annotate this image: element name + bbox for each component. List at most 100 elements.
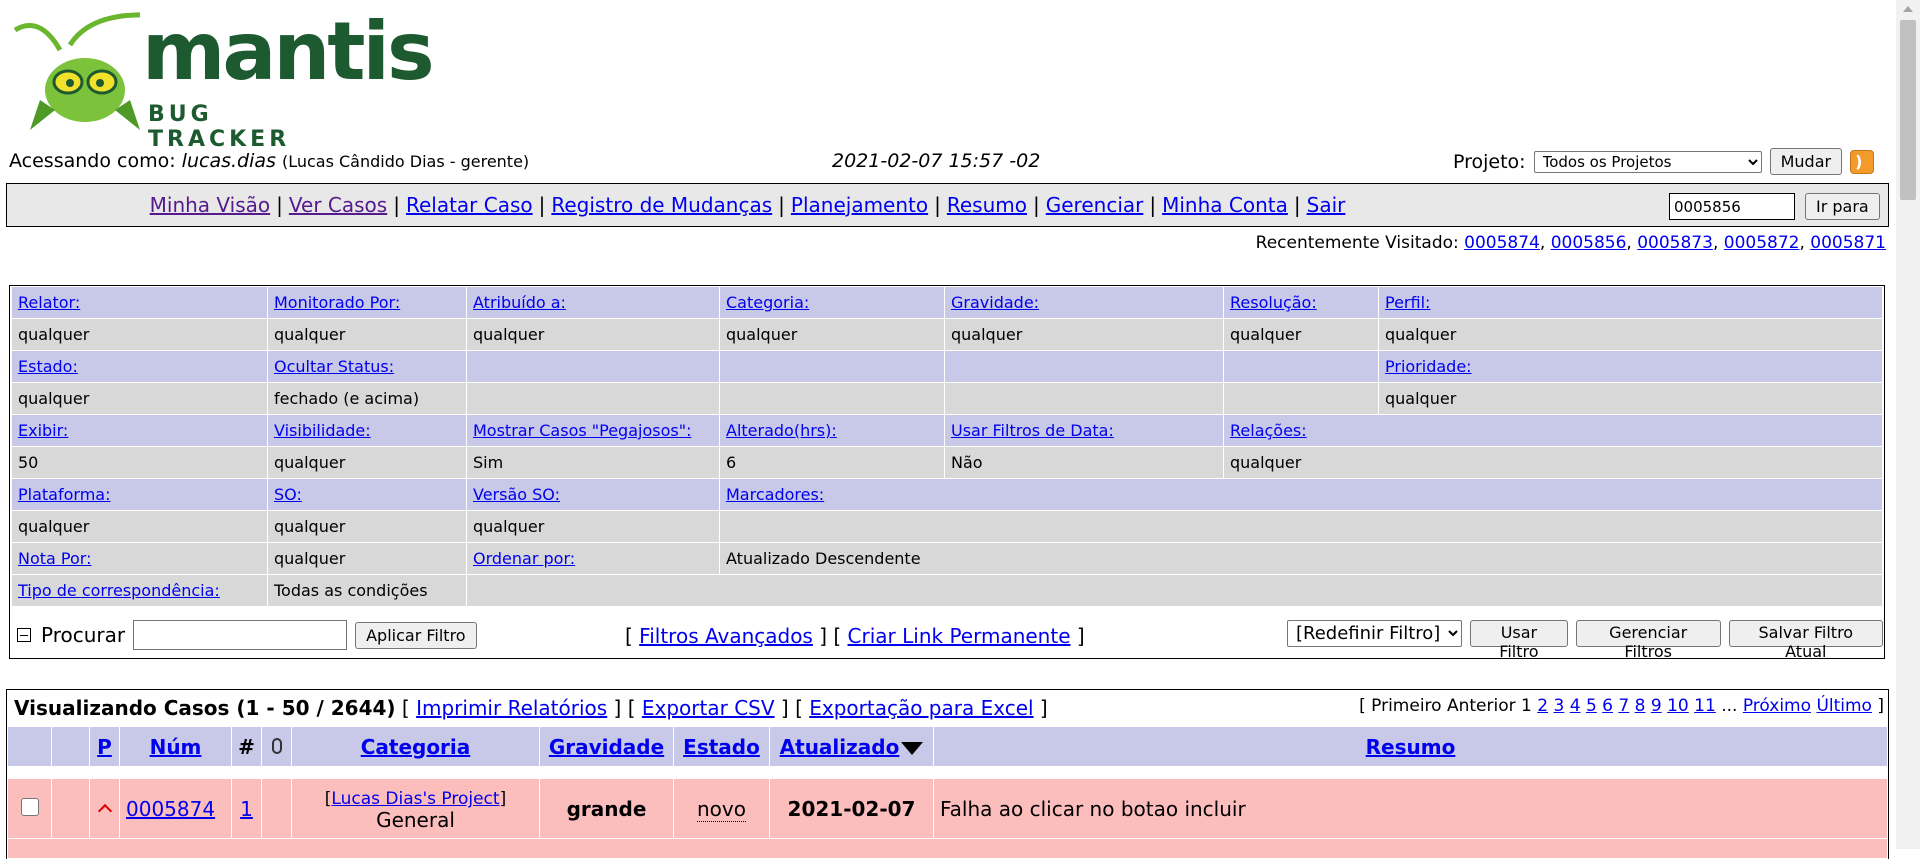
notes-count-link[interactable]: 1 [240,797,253,821]
row-checkbox[interactable] [20,797,39,816]
login-info-bar: Acessando como: lucas.dias (Lucas Cândid… [9,148,1889,175]
filter-plataforma-link[interactable]: Plataforma: [18,485,110,504]
filter-resolucao-link[interactable]: Resolução: [1230,293,1317,312]
menu-minha-conta[interactable]: Minha Conta [1162,193,1288,217]
filter-versao-so-link[interactable]: Versão SO: [473,485,560,504]
search-input[interactable] [133,620,348,650]
filter-ordenar-link[interactable]: Ordenar por: [473,549,575,568]
use-filter-button[interactable]: Usar Filtro [1470,620,1568,661]
scrollbar-thumb[interactable] [1900,20,1916,200]
recent-case-link[interactable]: 0005871 [1810,233,1886,253]
change-project-button[interactable]: Mudar [1769,148,1843,175]
notes-column-header: # [231,726,262,767]
case-category: General [376,807,455,832]
pager-prefix: [ Primeiro Anterior 1 [1359,696,1532,716]
project-link[interactable]: Lucas Dias's Project [331,789,499,809]
filter-gravidade-link[interactable]: Gravidade: [951,293,1039,312]
page-link[interactable]: 11 [1694,696,1716,716]
menu-planejamento[interactable]: Planejamento [791,193,928,217]
menu-relatar-caso[interactable]: Relatar Caso [406,193,533,217]
recent-case-link[interactable]: 0005873 [1637,233,1713,253]
go-to-case-button[interactable]: Ir para [1805,193,1880,220]
page-link[interactable]: 5 [1586,696,1597,716]
menu-gerenciar[interactable]: Gerenciar [1046,193,1144,217]
page-link[interactable]: 4 [1570,696,1581,716]
sort-gravidade[interactable]: Gravidade [549,735,664,759]
filter-value: qualquer [11,382,268,415]
filter-so-link[interactable]: SO: [274,485,302,504]
save-filter-button[interactable]: Salvar Filtro Atual [1728,620,1883,661]
collapse-icon[interactable] [17,628,31,642]
page-link[interactable]: 7 [1618,696,1629,716]
recent-case-link[interactable]: 0005856 [1551,233,1627,253]
case-number-input[interactable] [1669,193,1795,220]
filter-links: [ Filtros Avançados ] [ Criar Link Perma… [625,624,1085,648]
page-link[interactable]: 10 [1667,696,1689,716]
advanced-filters-link[interactable]: Filtros Avançados [639,624,813,648]
scroll-up-icon[interactable] [1903,6,1913,12]
search-label: Procurar [41,623,126,647]
sort-resumo[interactable]: Resumo [1366,735,1456,759]
filter-ocultar-link[interactable]: Ocultar Status: [274,357,394,376]
page-link[interactable]: 6 [1602,696,1613,716]
page-link[interactable]: 2 [1537,696,1548,716]
menu-resumo[interactable]: Resumo [947,193,1027,217]
filter-atribuido-link[interactable]: Atribuído a: [473,293,566,312]
case-updated: 2021-02-07 [769,778,934,839]
filter-value: qualquer [1378,382,1883,415]
export-excel-link[interactable]: Exportação para Excel [809,696,1033,720]
filter-correspondencia-link[interactable]: Tipo de correspondência: [18,581,220,600]
menu-ver-casos[interactable]: Ver Casos [289,193,387,217]
apply-filter-button[interactable]: Aplicar Filtro [355,621,477,649]
permalink-link[interactable]: Criar Link Permanente [848,624,1071,648]
sort-priority[interactable]: P [97,735,112,759]
filter-value: Sim [466,446,720,479]
case-number-link[interactable]: 0005874 [126,797,215,821]
filter-marcadores-link[interactable]: Marcadores: [726,485,824,504]
reset-filter-select[interactable]: [Redefinir Filtro] [1287,620,1462,647]
print-reports-link[interactable]: Imprimir Relatórios [416,696,607,720]
sort-num[interactable]: Núm [150,735,202,759]
manage-filters-button[interactable]: Gerenciar Filtros [1575,620,1721,661]
sort-estado[interactable]: Estado [683,735,760,759]
sort-categoria[interactable]: Categoria [361,735,471,759]
menu-minha-visao[interactable]: Minha Visão [150,193,271,217]
page-link[interactable]: 9 [1651,696,1662,716]
filter-monitorado-link[interactable]: Monitorado Por: [274,293,400,312]
menu-registro-mudancas[interactable]: Registro de Mudanças [551,193,772,217]
filter-estado-link[interactable]: Estado: [18,357,78,376]
recent-case-link[interactable]: 0005874 [1464,233,1540,253]
filter-relator-link[interactable]: Relator: [18,293,80,312]
last-page-link[interactable]: Último [1816,696,1872,716]
mantis-logo[interactable]: mantis BUG TRACKER [10,10,435,152]
filter-datas-link[interactable]: Usar Filtros de Data: [951,421,1114,440]
search-bar: Procurar Aplicar Filtro [ Filtros Avança… [11,614,1883,661]
project-select[interactable]: Todos os Projetos [1533,150,1762,173]
project-selector: Projeto: Todos os Projetos Mudar ) [1453,148,1875,175]
rss-icon[interactable]: ) [1850,149,1875,174]
filter-pegajosos-link[interactable]: Mostrar Casos "Pegajosos": [473,421,691,440]
filter-relacoes-link[interactable]: Relações: [1230,421,1307,440]
filter-categoria-link[interactable]: Categoria: [726,293,809,312]
filter-exibir-link[interactable]: Exibir: [18,421,68,440]
page-link[interactable]: 8 [1635,696,1646,716]
filter-value: qualquer [267,446,467,479]
search-group: Procurar Aplicar Filtro [17,620,477,650]
pager-ellipsis: ... [1721,696,1738,716]
menu-sair[interactable]: Sair [1307,193,1346,217]
page-link[interactable]: 3 [1553,696,1564,716]
cases-table: P Núm # Categoria Gravidade Estado Atual… [7,726,1888,859]
filter-visibilidade-link[interactable]: Visibilidade: [274,421,371,440]
logo-subtitle: BUG TRACKER [148,102,291,152]
sort-atualizado[interactable]: Atualizado [780,735,900,759]
table-header: P Núm # Categoria Gravidade Estado Atual… [7,726,1888,767]
next-page-link[interactable]: Próximo [1743,696,1811,716]
filter-nota-por-link[interactable]: Nota Por: [18,549,91,568]
export-csv-link[interactable]: Exportar CSV [642,696,775,720]
filter-perfil-link[interactable]: Perfil: [1385,293,1430,312]
vertical-scrollbar[interactable] [1896,0,1920,849]
filter-alterado-link[interactable]: Alterado(hrs): [726,421,837,440]
filter-prioridade-link[interactable]: Prioridade: [1385,357,1472,376]
recent-case-link[interactable]: 0005872 [1724,233,1800,253]
results-header: Visualizando Casos (1 - 50 / 2644) [ Imp… [14,696,1048,720]
